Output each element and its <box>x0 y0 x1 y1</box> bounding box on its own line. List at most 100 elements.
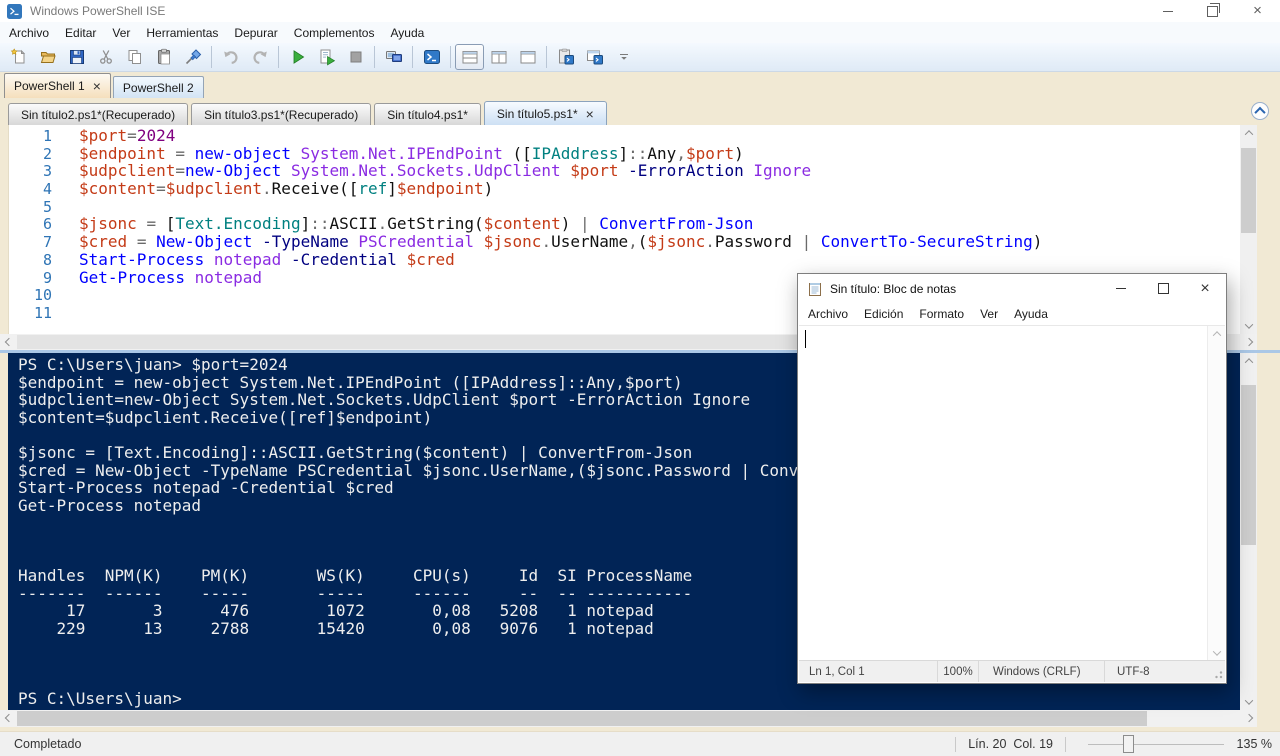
scrollbar-thumb[interactable] <box>17 711 1147 726</box>
scroll-right-arrow[interactable] <box>1240 710 1257 726</box>
redo-icon[interactable] <box>245 44 274 70</box>
editor-vertical-scrollbar[interactable] <box>1240 125 1257 334</box>
divider <box>1065 736 1066 752</box>
notepad-menu-item-ayuda[interactable]: Ayuda <box>1006 303 1056 325</box>
scroll-down-arrow[interactable] <box>1240 694 1257 710</box>
menu-item-ver[interactable]: Ver <box>104 22 138 43</box>
new-remote-powershell-tab-icon[interactable] <box>379 44 408 70</box>
notepad-menu-item-archivo[interactable]: Archivo <box>800 303 856 325</box>
notepad-text-area[interactable] <box>799 325 1225 661</box>
notepad-menu-item-formato[interactable]: Formato <box>911 303 972 325</box>
zoom-slider-thumb[interactable] <box>1123 734 1135 753</box>
scrollbar-thumb[interactable] <box>1241 148 1256 233</box>
tab-label: PowerShell 2 <box>122 80 194 95</box>
toolbar-separator <box>412 46 413 68</box>
zoom-level: 135 % <box>1236 737 1272 751</box>
toolbar-separator <box>546 46 547 68</box>
line-col-indicator: Lín. 20 Col. 19 <box>968 737 1053 751</box>
resize-grip[interactable] <box>1212 668 1224 680</box>
close-button[interactable]: × <box>1184 274 1226 303</box>
editor-line: 6 $jsonc = [Text.Encoding]::ASCII.GetStri… <box>0 215 1257 233</box>
new-script-icon[interactable] <box>4 44 33 70</box>
run-selection-icon[interactable] <box>312 44 341 70</box>
scroll-left-arrow[interactable] <box>0 334 17 350</box>
paste-icon[interactable] <box>149 44 178 70</box>
editor-line: 7 $cred = New-Object -TypeName PSCredenti… <box>0 233 1257 251</box>
maximize-button[interactable] <box>1142 274 1184 303</box>
scroll-down-arrow[interactable] <box>1240 318 1257 334</box>
toolbar-separator <box>450 46 451 68</box>
scroll-up-arrow[interactable] <box>1208 326 1225 342</box>
layout-script-pane-right-icon[interactable] <box>484 44 513 70</box>
notepad-status-bar: Ln 1, Col 1 100% Windows (CRLF) UTF-8 <box>799 660 1225 682</box>
notepad-vertical-scrollbar[interactable] <box>1207 326 1225 661</box>
notepad-window: Sin título: Bloc de notas × Archivo Edici… <box>797 273 1227 684</box>
title-bar: Windows PowerShell ISE × <box>0 0 1280 22</box>
notepad-encoding: UTF-8 <box>1104 661 1225 682</box>
tab-label: Sin título4.ps1* <box>387 107 468 122</box>
clear-console-pane-icon[interactable] <box>178 44 207 70</box>
script-file-tabs: Sin título2.ps1*(Recuperado) Sin título3.… <box>0 98 1280 125</box>
script-tab-sin-titulo4-ps1[interactable]: Sin título4.ps1* <box>374 103 481 125</box>
notepad-zoom: 100% <box>937 661 978 682</box>
tab-label: Sin título2.ps1*(Recuperado) <box>21 107 176 122</box>
script-tab-sin-titulo5-ps1[interactable]: Sin título5.ps1* × <box>483 101 607 125</box>
console-vertical-scrollbar[interactable] <box>1240 353 1257 710</box>
save-icon[interactable] <box>62 44 91 70</box>
menu-item-editar[interactable]: Editar <box>57 22 104 43</box>
scroll-up-arrow[interactable] <box>1240 353 1257 369</box>
window-title: Windows PowerShell ISE <box>30 4 166 18</box>
show-powershell-window-icon[interactable] <box>580 44 609 70</box>
script-tab-sin-titulo2-ps1-recuperado[interactable]: Sin título2.ps1*(Recuperado) <box>8 103 189 125</box>
toolbar-separator <box>374 46 375 68</box>
close-tab-icon[interactable]: × <box>93 79 101 93</box>
run-script-icon[interactable] <box>283 44 312 70</box>
menu-item-ayuda[interactable]: Ayuda <box>382 22 432 43</box>
close-tab-icon[interactable]: × <box>586 107 594 121</box>
copy-icon[interactable] <box>120 44 149 70</box>
menu-item-complementos[interactable]: Complementos <box>286 22 383 43</box>
minimize-button[interactable] <box>1145 0 1190 22</box>
stop-operation-icon[interactable] <box>341 44 370 70</box>
notepad-menu-bar: Archivo Edición Formato Ver Ayuda <box>798 303 1226 325</box>
menu-bar: Archivo Editar Ver Herramientas Depurar Compl… <box>0 22 1280 43</box>
notepad-window-title: Sin título: Bloc de notas <box>830 281 957 296</box>
divider <box>955 736 957 752</box>
scroll-down-arrow[interactable] <box>1208 645 1225 661</box>
notepad-line-col: Ln 1, Col 1 <box>809 665 865 678</box>
toolbar <box>0 43 1280 72</box>
layout-script-pane-top-icon[interactable] <box>455 44 484 70</box>
scrollbar-thumb[interactable] <box>1241 385 1256 545</box>
cut-icon[interactable] <box>91 44 120 70</box>
restore-button[interactable] <box>1190 0 1235 22</box>
powershell-tab-powershell-1[interactable]: PowerShell 1 × <box>4 73 111 98</box>
notepad-eol-format: Windows (CRLF) <box>978 661 1104 682</box>
collapse-script-pane-button[interactable] <box>1251 102 1269 120</box>
powershell-tab-powershell-2[interactable]: PowerShell 2 <box>112 76 204 98</box>
open-script-icon[interactable] <box>33 44 62 70</box>
minimize-button[interactable] <box>1100 274 1142 303</box>
scroll-left-arrow[interactable] <box>0 710 17 726</box>
close-button[interactable]: × <box>1235 0 1280 22</box>
console-horizontal-scrollbar[interactable] <box>0 710 1257 727</box>
notepad-menu-item-edicion[interactable]: Edición <box>856 303 911 325</box>
zoom-slider-track[interactable] <box>1088 743 1224 745</box>
scroll-up-arrow[interactable] <box>1240 125 1257 141</box>
menu-item-depurar[interactable]: Depurar <box>226 22 285 43</box>
undo-icon[interactable] <box>216 44 245 70</box>
start-powershell-exe-icon[interactable] <box>417 44 446 70</box>
status-right-cluster: Lín. 20 Col. 19 135 % <box>943 734 1272 754</box>
show-commands-icon[interactable] <box>551 44 580 70</box>
toolbar-overflow-icon[interactable] <box>609 44 638 70</box>
script-tab-sin-titulo3-ps1-recuperado[interactable]: Sin título3.ps1*(Recuperado) <box>191 103 372 125</box>
menu-item-archivo[interactable]: Archivo <box>1 22 57 43</box>
status-message: Completado <box>14 737 82 751</box>
scroll-right-arrow[interactable] <box>1240 334 1257 350</box>
layout-script-pane-maximized-icon[interactable] <box>513 44 542 70</box>
notepad-menu-item-ver[interactable]: Ver <box>972 303 1006 325</box>
zoom-slider[interactable] <box>1088 734 1224 754</box>
console-line: PS C:\Users\juan> <box>18 689 182 709</box>
window-controls: × <box>1145 0 1280 22</box>
menu-item-herramientas[interactable]: Herramientas <box>138 22 226 43</box>
editor-line: 5 <box>0 198 1257 215</box>
